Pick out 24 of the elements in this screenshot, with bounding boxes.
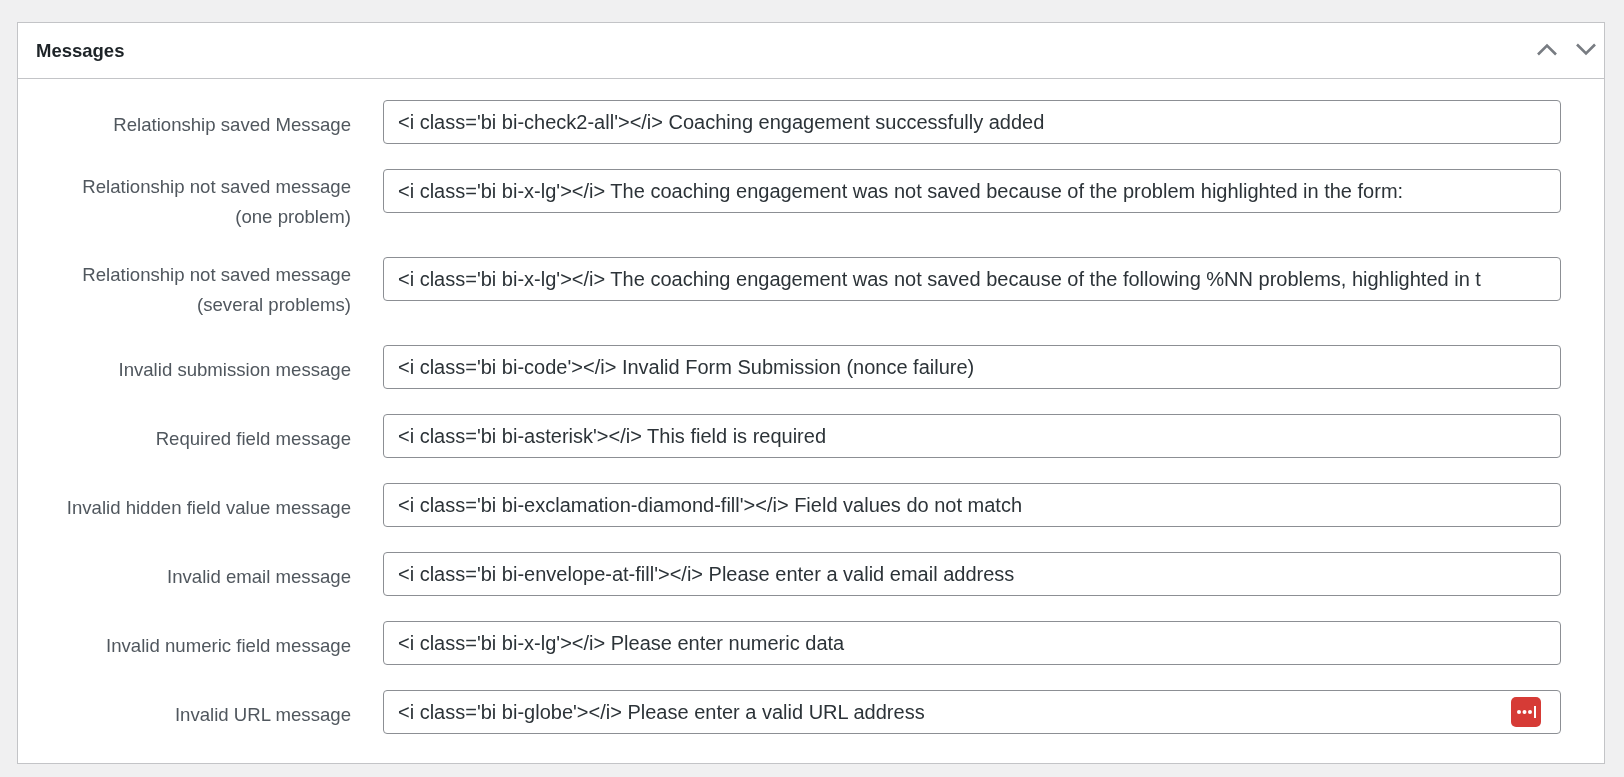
- field-label: Invalid URL message: [174, 703, 351, 727]
- panel-title: Messages: [36, 39, 125, 62]
- text-field[interactable]: <i class='bi bi-asterisk'></i> This field is required: [383, 414, 1561, 458]
- chevron-down-icon: [1575, 43, 1597, 56]
- chevron-up-icon: [1536, 43, 1558, 56]
- text-field[interactable]: <i class='bi bi-globe'></i> Please enter a valid URL address: [383, 690, 1561, 734]
- text-field[interactable]: <i class='bi bi-x-lg'></i> Please enter numeric data: [383, 621, 1561, 665]
- field-note: (several problems): [197, 293, 351, 317]
- field-note: (one problem): [235, 205, 351, 229]
- field-label: Required field message: [155, 427, 351, 451]
- field-label: Invalid email message: [167, 565, 351, 589]
- field-label: Relationship not saved message: [82, 175, 351, 199]
- field-label: Relationship not saved message: [82, 263, 351, 287]
- text-field[interactable]: <i class='bi bi-x-lg'></i> The coaching engagement was not saved because of the following %NN problems, highlighted in t: [383, 257, 1561, 301]
- text-field[interactable]: <i class='bi bi-code'></i> Invalid Form Submission (nonce failure): [383, 345, 1561, 389]
- text-field[interactable]: <i class='bi bi-exclamation-diamond-fill'></i> Field values do not match: [383, 483, 1561, 527]
- field-label: Relationship saved Message: [113, 113, 351, 137]
- field-label: Invalid hidden field value message: [66, 496, 351, 520]
- field-label: Invalid numeric field message: [106, 634, 351, 658]
- dots-icon[interactable]: [1511, 697, 1541, 727]
- text-field[interactable]: <i class='bi bi-check2-all'></i> Coaching engagement successfully added: [383, 100, 1561, 144]
- text-field[interactable]: <i class='bi bi-envelope-at-fill'></i> Please enter a valid email address: [383, 552, 1561, 596]
- field-label: Invalid submission message: [118, 358, 351, 382]
- text-field[interactable]: <i class='bi bi-x-lg'></i> The coaching engagement was not saved because of the problem highlighted in the form:: [383, 169, 1561, 213]
